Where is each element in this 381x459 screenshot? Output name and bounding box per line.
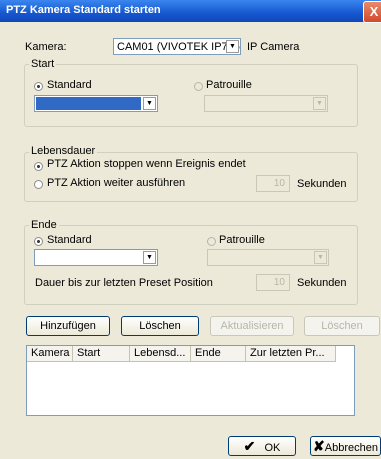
- lifetime-stop-label[interactable]: PTZ Aktion stoppen wenn Ereignis endet: [47, 158, 246, 170]
- camera-select[interactable]: CAM01 (VIVOTEK IP736 ▼: [113, 38, 241, 55]
- delete-button[interactable]: Löschen: [121, 316, 199, 336]
- delete-secondary-button[interactable]: Löschen: [304, 316, 380, 336]
- chevron-down-icon[interactable]: ▼: [226, 40, 239, 53]
- lifetime-continue-radio[interactable]: [34, 180, 43, 189]
- cancel-button[interactable]: ✘Abbrechen: [310, 436, 381, 456]
- end-patrol-select[interactable]: ▼: [207, 249, 329, 266]
- column-header-camera[interactable]: Kamera: [27, 346, 73, 362]
- end-standard-label[interactable]: Standard: [47, 234, 92, 246]
- column-header-lifetime[interactable]: Lebensd...: [130, 346, 191, 362]
- start-patrol-select[interactable]: ▼: [204, 95, 328, 112]
- window-title: PTZ Kamera Standard starten: [6, 4, 161, 16]
- add-button[interactable]: Hinzufügen: [26, 316, 110, 336]
- camera-select-value: CAM01 (VIVOTEK IP736: [117, 41, 240, 53]
- start-patrol-label[interactable]: Patrouille: [206, 79, 252, 91]
- start-standard-select[interactable]: ▼: [34, 95, 158, 112]
- end-duration-unit: Sekunden: [297, 277, 347, 289]
- column-header-start[interactable]: Start: [73, 346, 130, 362]
- ok-button[interactable]: ✔ OK: [228, 436, 296, 456]
- chevron-down-icon[interactable]: ▼: [143, 251, 156, 264]
- cancel-x-icon: ✘: [313, 438, 325, 454]
- start-standard-radio[interactable]: [34, 82, 43, 91]
- chevron-down-icon: ▼: [313, 97, 326, 110]
- lifetime-seconds-input[interactable]: 10: [256, 175, 290, 192]
- lifetime-group-label: Lebensdauer: [29, 145, 98, 157]
- title-bar[interactable]: PTZ Kamera Standard starten X: [0, 0, 381, 23]
- camera-type: IP Camera: [247, 41, 300, 53]
- chevron-down-icon[interactable]: ▼: [143, 97, 156, 110]
- end-duration-input[interactable]: 10: [256, 274, 290, 291]
- end-duration-label: Dauer bis zur letzten Preset Position: [35, 277, 213, 289]
- lifetime-stop-radio[interactable]: [34, 162, 43, 171]
- end-patrol-label[interactable]: Patrouille: [219, 234, 265, 246]
- end-standard-select[interactable]: ▼: [34, 249, 158, 266]
- lifetime-seconds-unit: Sekunden: [297, 178, 347, 190]
- close-button[interactable]: X: [363, 1, 381, 23]
- selection-highlight: [36, 97, 141, 110]
- ptz-action-table[interactable]: Kamera Start Lebensd... Ende Zur letzten…: [26, 345, 355, 416]
- camera-label: Kamera:: [25, 41, 67, 53]
- checkmark-icon: ✔: [243, 438, 256, 454]
- end-patrol-radio[interactable]: [207, 237, 216, 246]
- update-button[interactable]: Aktualisieren: [210, 316, 294, 336]
- start-standard-label[interactable]: Standard: [47, 79, 92, 91]
- ok-label: OK: [264, 442, 281, 454]
- end-standard-radio[interactable]: [34, 237, 43, 246]
- end-group-label: Ende: [29, 219, 59, 231]
- cancel-label: Abbrechen: [324, 442, 378, 454]
- lifetime-continue-label[interactable]: PTZ Aktion weiter ausführen: [47, 177, 185, 189]
- start-group-label: Start: [29, 58, 57, 70]
- start-patrol-radio[interactable]: [194, 82, 203, 91]
- column-header-last-preset[interactable]: Zur letzten Pr...: [246, 346, 336, 362]
- column-header-end[interactable]: Ende: [191, 346, 246, 362]
- chevron-down-icon: ▼: [314, 251, 327, 264]
- dialog-window: PTZ Kamera Standard starten X Kamera: CA…: [0, 0, 381, 459]
